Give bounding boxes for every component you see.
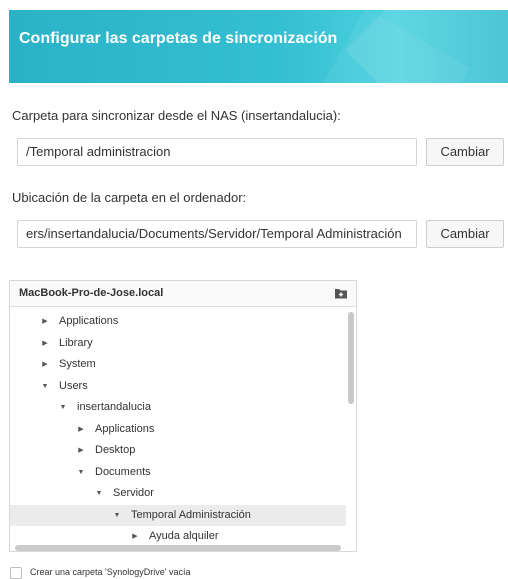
- tree-item[interactable]: ▼ Users: [10, 376, 346, 397]
- chevron-right-icon[interactable]: ▶: [76, 419, 86, 440]
- chevron-down-icon[interactable]: ▼: [76, 462, 86, 483]
- tree-item-label: Applications: [95, 422, 155, 435]
- tree-item-label: Documents: [95, 465, 151, 478]
- nas-folder-label: Carpeta para sincronizar desde el NAS (i…: [12, 108, 341, 123]
- vertical-scrollbar[interactable]: [348, 312, 354, 404]
- chevron-down-icon[interactable]: ▼: [94, 483, 104, 504]
- local-folder-input[interactable]: ers/insertandalucia/Documents/Servidor/T…: [17, 220, 417, 248]
- computer-name: MacBook-Pro-de-Jose.local: [19, 287, 164, 299]
- tree-item-label: Library: [59, 336, 93, 349]
- tree-item[interactable]: ▶ Applications: [10, 419, 346, 440]
- tree-item[interactable]: ▶ System: [10, 354, 346, 375]
- tree-item-label: Applications: [59, 315, 119, 327]
- new-folder-icon[interactable]: [334, 286, 348, 300]
- chevron-right-icon[interactable]: ▶: [40, 333, 50, 354]
- tree-item[interactable]: ▼ Documents: [10, 462, 346, 483]
- tree-item-label: insertandalucia: [77, 401, 151, 413]
- tree-item[interactable]: ▶ Library: [10, 333, 346, 354]
- tree-item[interactable]: ▶ Ayuda alquiler: [10, 526, 346, 547]
- chevron-down-icon[interactable]: ▼: [58, 397, 68, 418]
- chevron-right-icon[interactable]: ▶: [40, 311, 50, 332]
- tree-item-label: Ayuda alquiler: [149, 530, 219, 542]
- tree-item[interactable]: ▼ insertandalucia: [10, 397, 346, 418]
- create-empty-folder-checkbox[interactable]: [10, 567, 22, 579]
- chevron-down-icon[interactable]: ▼: [40, 376, 50, 397]
- tree-item-label: Users: [59, 379, 88, 392]
- dialog-header: Configurar las carpetas de sincronizació…: [9, 10, 508, 83]
- tree-item-label: Desktop: [95, 444, 136, 456]
- change-local-folder-button[interactable]: Cambiar: [426, 220, 504, 248]
- create-empty-folder-label: Crear una carpeta 'SynologyDrive' vacía: [30, 567, 191, 577]
- tree-item-label: Servidor: [113, 487, 154, 499]
- folder-tree[interactable]: MacBook-Pro-de-Jose.local ▶ Applications ▶…: [9, 280, 357, 552]
- change-nas-folder-button[interactable]: Cambiar: [426, 138, 504, 166]
- chevron-down-icon[interactable]: ▼: [112, 505, 122, 526]
- tree-header: MacBook-Pro-de-Jose.local: [10, 281, 356, 307]
- tree-item[interactable]: ▼ Temporal Administración: [10, 504, 346, 526]
- chevron-right-icon[interactable]: ▶: [130, 526, 140, 547]
- nas-folder-input[interactable]: /Temporal administracion: [17, 138, 417, 166]
- local-folder-label: Ubicación de la carpeta en el ordenador:: [12, 190, 247, 205]
- horizontal-scrollbar[interactable]: [15, 545, 341, 551]
- chevron-right-icon[interactable]: ▶: [40, 354, 50, 375]
- dialog-title: Configurar las carpetas de sincronizació…: [19, 30, 338, 47]
- chevron-right-icon[interactable]: ▶: [76, 440, 86, 461]
- tree-item[interactable]: ▶ Desktop: [10, 440, 346, 461]
- tree-item[interactable]: ▶ Applications: [10, 311, 346, 332]
- tree-item-label: System: [59, 358, 96, 370]
- tree-item[interactable]: ▼ Servidor: [10, 483, 346, 504]
- tree-item-label: Temporal Administración: [131, 508, 251, 521]
